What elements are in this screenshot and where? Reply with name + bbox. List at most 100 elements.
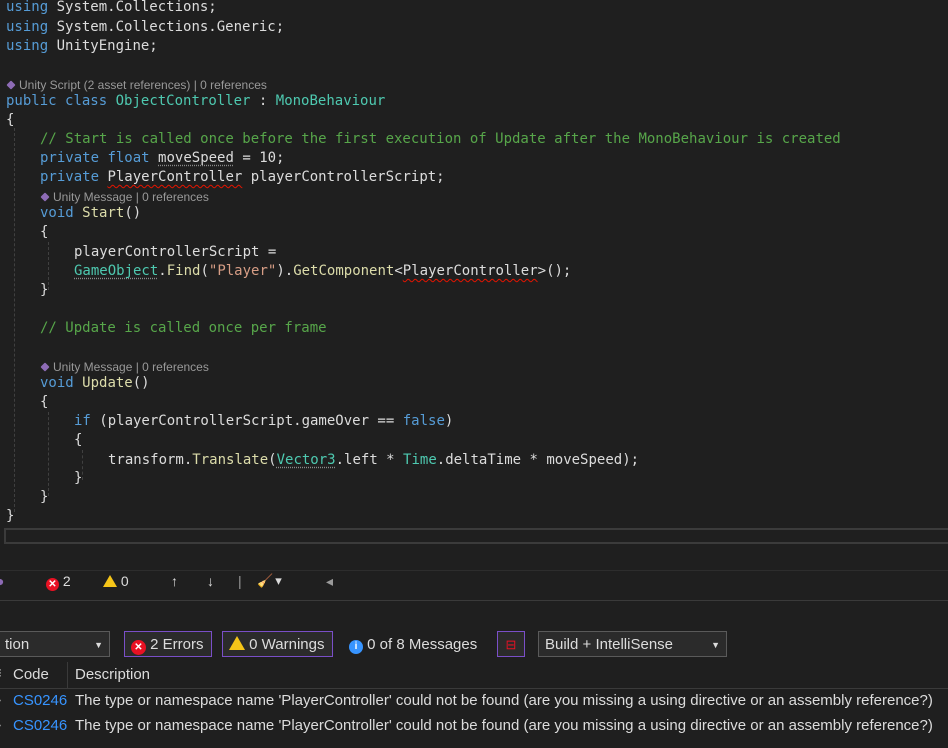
column-header-description[interactable]: Description — [75, 662, 150, 688]
arrow-left-icon: ◂ — [326, 573, 334, 589]
warnings-label: 0 Warnings — [249, 636, 325, 653]
method-name: Start — [82, 205, 125, 221]
code-line-if-open[interactable]: { — [74, 431, 82, 450]
field-name: moveSpeed — [158, 150, 234, 166]
source-dropdown[interactable]: Build + IntelliSense ▼ — [538, 631, 727, 657]
warning-count-indicator[interactable]: 0 — [103, 572, 129, 590]
paren: ). — [276, 263, 294, 279]
editor-horizontal-scrollbar[interactable] — [4, 528, 948, 544]
column-divider[interactable] — [67, 662, 68, 688]
parens: () — [124, 205, 142, 221]
code-line-if[interactable]: if (playerControllerScript.gameOver == f… — [74, 412, 453, 431]
messages-label: 0 of 8 Messages — [367, 636, 478, 653]
code-line-comment-update[interactable]: // Update is called once per frame — [40, 319, 327, 338]
code-line-start-open[interactable]: { — [40, 223, 48, 242]
keyword-void: void — [40, 375, 74, 391]
namespace-text: UnityEngine; — [48, 38, 158, 54]
code-line-using-generic[interactable]: using System.Collections.Generic; — [6, 18, 284, 37]
error-description: The type or namespace name 'PlayerContro… — [75, 692, 933, 709]
comment-text: // Start is called once before the first… — [40, 131, 841, 147]
indent-guide — [48, 412, 49, 496]
error-row[interactable]: › CS0246 The type or namespace name 'Pla… — [0, 689, 948, 713]
unresolved-type-error[interactable]: PlayerController — [403, 263, 538, 279]
code-line-using-unityengine[interactable]: using UnityEngine; — [6, 37, 158, 56]
source-value: Build + IntelliSense — [545, 636, 673, 653]
lightbulb-icon[interactable]: ● — [0, 572, 4, 590]
unity-cube-icon — [40, 362, 50, 372]
keyword-false: false — [402, 413, 445, 429]
code-line-class-close[interactable]: } — [6, 507, 14, 526]
keyword-float: float — [107, 150, 150, 166]
code-line-comment-start[interactable]: // Start is called once before the first… — [40, 130, 841, 149]
code-line-update-open[interactable]: { — [40, 393, 48, 412]
assignment-text: playerControllerScript = — [74, 244, 277, 260]
codelens-class[interactable]: Unity Script (2 asset references) | 0 re… — [6, 78, 267, 92]
codelens-text: Unity Script (2 asset references) | 0 re… — [19, 78, 267, 92]
brace: } — [40, 489, 49, 505]
keyword-if: if — [74, 413, 91, 429]
codelens-start[interactable]: Unity Message | 0 references — [40, 190, 209, 204]
filter-toggle-button[interactable]: ⊟ — [497, 631, 525, 657]
code-editor[interactable]: using System.Collections; using System.C… — [0, 0, 948, 552]
previous-issue-button[interactable]: ↑ — [171, 572, 178, 590]
chevron-down-icon: ▼ — [711, 640, 720, 650]
code-line-field-movespeed[interactable]: private float moveSpeed = 10; — [40, 149, 284, 168]
code-line-translate[interactable]: transform.Translate(Vector3.left * Time.… — [108, 451, 639, 470]
code-line-field-controller[interactable]: private PlayerController playerControlle… — [40, 168, 445, 187]
errors-filter-button[interactable]: ✕ 2 Errors — [124, 631, 212, 657]
editor-status-strip: ● ✕ 2 0 ↑ ↓ | 🧹 ▾ ◂ — [0, 570, 948, 591]
dot: . — [158, 263, 167, 279]
scope-value: tion — [5, 636, 30, 653]
error-code-link[interactable]: CS0246 — [13, 714, 67, 738]
warnings-filter-button[interactable]: 0 Warnings — [222, 631, 333, 657]
parens: () — [132, 375, 150, 391]
unresolved-type-error[interactable]: PlayerController — [107, 169, 242, 185]
keyword-class: class — [65, 93, 108, 109]
code-line-open-brace[interactable]: { — [6, 111, 14, 130]
code-line-start-close[interactable]: } — [40, 281, 48, 300]
brace: { — [6, 112, 15, 128]
angle-bracket: < — [394, 263, 403, 279]
expression-text: .left * — [335, 452, 404, 468]
comment-text: // Update is called once per frame — [40, 320, 327, 336]
column-grip[interactable]: ⁝ — [0, 660, 2, 686]
namespace-text: System.Collections; — [48, 0, 217, 15]
type-gameobject: GameObject — [74, 263, 159, 279]
string-literal: "Player" — [208, 263, 277, 279]
unity-cube-icon — [40, 192, 50, 202]
namespace-text: System.Collections.Generic; — [48, 19, 285, 35]
error-count-indicator[interactable]: ✕ 2 — [46, 572, 71, 591]
colon-text: : — [250, 93, 276, 109]
code-cleanup-button[interactable]: 🧹 ▾ — [257, 572, 282, 590]
brace: { — [40, 394, 49, 410]
code-line-class-declaration[interactable]: public class ObjectController : MonoBeha… — [6, 92, 385, 111]
method-find: Find — [166, 263, 201, 279]
method-name: Update — [82, 375, 133, 391]
next-issue-button[interactable]: ↓ — [207, 572, 214, 590]
code-line-assign-1[interactable]: playerControllerScript = — [74, 243, 276, 262]
unity-cube-icon — [6, 80, 16, 90]
code-line-update-declaration[interactable]: void Update() — [40, 374, 150, 393]
scroll-left-button[interactable]: ◂ — [326, 572, 333, 590]
arrow-up-icon: ↑ — [171, 573, 178, 589]
column-header-code[interactable]: Code — [13, 662, 49, 688]
code-line-update-close[interactable]: } — [40, 488, 48, 507]
indent-guide — [14, 128, 15, 512]
codelens-update[interactable]: Unity Message | 0 references — [40, 360, 209, 374]
error-row[interactable]: › CS0246 The type or namespace name 'Pla… — [0, 714, 948, 738]
code-line-assign-2[interactable]: GameObject.Find("Player").GetComponent<P… — [74, 262, 571, 281]
messages-filter-button[interactable]: i 0 of 8 Messages — [342, 631, 490, 657]
code-line-using-collections[interactable]: using System.Collections; — [6, 0, 217, 17]
code-line-start-declaration[interactable]: void Start() — [40, 204, 141, 223]
code-line-if-close[interactable]: } — [74, 469, 82, 488]
error-code-link[interactable]: CS0246 — [13, 689, 67, 713]
type-time: Time — [403, 452, 437, 468]
brace: } — [40, 282, 49, 298]
condition-text: (playerControllerScript.gameOver == — [90, 413, 403, 429]
field-name: playerControllerScript; — [242, 169, 445, 185]
info-icon: i — [349, 640, 363, 654]
identifier-transform: transform. — [108, 452, 193, 468]
scope-dropdown[interactable]: tion ▼ — [0, 631, 110, 657]
keyword-using: using — [6, 38, 49, 54]
warning-icon — [229, 636, 245, 650]
